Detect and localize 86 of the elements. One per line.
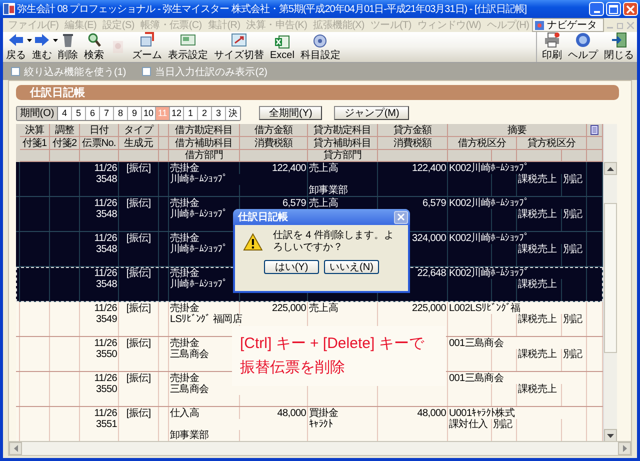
column-header: 決算 bbox=[20, 124, 50, 137]
table-cell: [振伝] bbox=[119, 232, 159, 244]
table-cell: 48,000 bbox=[240, 407, 308, 419]
table-cell: K002川崎ﾎｰﾑｼｮｯﾌﾟ bbox=[448, 197, 587, 209]
table-cell: 3550 bbox=[80, 384, 119, 395]
table-cell: 11/26 bbox=[80, 407, 119, 419]
table-cell: 11/26 bbox=[80, 302, 119, 314]
table-cell: 売上高 bbox=[308, 302, 378, 314]
table-cell: 122,400 bbox=[240, 162, 308, 174]
table-cell: 225,000 bbox=[378, 302, 448, 314]
table-cell: ｷｬﾗｸﾄ bbox=[308, 419, 378, 430]
column-header: 付箋2 bbox=[50, 137, 80, 150]
column-header: 借方税区分 bbox=[448, 137, 517, 150]
table-cell: 別記 bbox=[562, 174, 587, 185]
table-cell: K002川崎ﾎｰﾑｼｮｯﾌﾟ bbox=[448, 162, 587, 174]
column-header: 借方金額 bbox=[240, 124, 308, 137]
table-cell: 11/26 bbox=[80, 372, 119, 384]
table-cell: LSﾘﾋﾞﾝｸﾞ 福岡店 bbox=[169, 314, 308, 325]
column-header: 消費税額 bbox=[378, 137, 448, 150]
table-cell: 122,400 bbox=[378, 162, 448, 174]
window-title: 弥生会計 08 プロフェッショナル - 弥生マイスター 株式会社・第5期(平成20年04月01日-平成21年03月31日) - [仕訳日記帳] bbox=[17, 2, 528, 16]
column-header: 調整 bbox=[50, 124, 80, 137]
table-cell: [振伝] bbox=[119, 337, 159, 349]
table-cell: 別記 bbox=[562, 209, 587, 220]
table-cell: 別記 bbox=[562, 349, 587, 360]
table-cell: 3551 bbox=[80, 419, 119, 430]
table-cell: 別記 bbox=[492, 419, 517, 430]
column-header: 消費税額 bbox=[240, 137, 308, 150]
table-cell: [振伝] bbox=[119, 372, 159, 384]
table-cell: [振伝] bbox=[119, 302, 159, 314]
table-cell: 課税売上 bbox=[517, 244, 562, 255]
table-cell: 3548 bbox=[80, 279, 119, 290]
table-cell: [振伝] bbox=[119, 407, 159, 419]
table-cell: [振伝] bbox=[119, 267, 159, 279]
table-cell: 11/26 bbox=[80, 267, 119, 279]
table-cell: 225,000 bbox=[240, 302, 308, 314]
checkbox-label: 絞り込み機能を使う(1) bbox=[24, 66, 126, 78]
column-header: 借方補助科目 bbox=[169, 137, 240, 150]
table-cell: 3549 bbox=[80, 314, 119, 325]
table-cell: 川崎ﾎｰﾑｼｮｯﾌﾟ bbox=[169, 174, 308, 185]
table-cell: 売上高 bbox=[308, 162, 378, 174]
column-header: 生成元 bbox=[119, 137, 159, 150]
table-cell: 001三島商会 bbox=[448, 337, 587, 349]
table-cell: 課税売上 bbox=[517, 209, 562, 220]
table-cell: 11/26 bbox=[80, 197, 119, 209]
table-cell: 3548 bbox=[80, 174, 119, 185]
table-cell: 3548 bbox=[80, 209, 119, 220]
column-header: 日付 bbox=[80, 124, 119, 137]
table-cell: 売掛金 bbox=[169, 162, 240, 174]
column-header: 貸方補助科目 bbox=[308, 137, 378, 150]
table-cell: 11/26 bbox=[80, 162, 119, 174]
column-header: タイプ bbox=[119, 124, 159, 137]
table-cell: 売掛金 bbox=[169, 302, 240, 314]
table-cell: K002川崎ﾎｰﾑｼｮｯﾌﾟ bbox=[448, 267, 587, 279]
column-header: 貸方金額 bbox=[378, 124, 448, 137]
table-cell: 001三島商会 bbox=[448, 372, 587, 384]
table-cell: 11/26 bbox=[80, 232, 119, 244]
table-cell: 別記 bbox=[562, 244, 587, 255]
panel-title: 仕訳日記帳 bbox=[16, 85, 619, 100]
table-cell: 3548 bbox=[80, 244, 119, 255]
table-cell: [振伝] bbox=[119, 197, 159, 209]
table-cell: 11/26 bbox=[80, 337, 119, 349]
table-cell: 48,000 bbox=[378, 407, 448, 419]
period-label: 期間(O) bbox=[17, 106, 58, 120]
table-cell: 課税売上 bbox=[517, 349, 562, 360]
table-cell: K002川崎ﾎｰﾑｼｮｯﾌﾟ bbox=[448, 232, 587, 244]
table-cell: U001ｷｬﾗｸﾄ株式 bbox=[448, 407, 587, 419]
column-header: 摘要 bbox=[448, 124, 587, 137]
table-cell: 課対仕入 bbox=[448, 419, 492, 430]
table-cell: 課税売上 bbox=[517, 384, 562, 395]
table-cell: 課税売上 bbox=[517, 174, 562, 185]
table-cell: 3550 bbox=[80, 349, 119, 360]
checkbox-label: 当日入力仕訳のみ表示(2) bbox=[155, 66, 268, 78]
table-cell: 課税売上 bbox=[517, 279, 562, 290]
table-cell: 卸事業部 bbox=[308, 185, 378, 196]
column-header: 借方勘定科目 bbox=[169, 124, 240, 137]
table-cell: 別記 bbox=[562, 314, 587, 325]
table-cell: 課税売上 bbox=[517, 314, 562, 325]
table-cell: 買掛金 bbox=[308, 407, 378, 419]
column-header: 付箋1 bbox=[20, 137, 50, 150]
table-cell: L002LSﾘﾋﾞﾝｸﾞ福 bbox=[448, 302, 587, 314]
column-header: 貸方勘定科目 bbox=[308, 124, 378, 137]
column-header: 貸方税区分 bbox=[517, 137, 587, 150]
column-header: 伝票No. bbox=[80, 137, 119, 150]
table-cell: [振伝] bbox=[119, 162, 159, 174]
table-cell: 仕入高 bbox=[169, 407, 240, 419]
